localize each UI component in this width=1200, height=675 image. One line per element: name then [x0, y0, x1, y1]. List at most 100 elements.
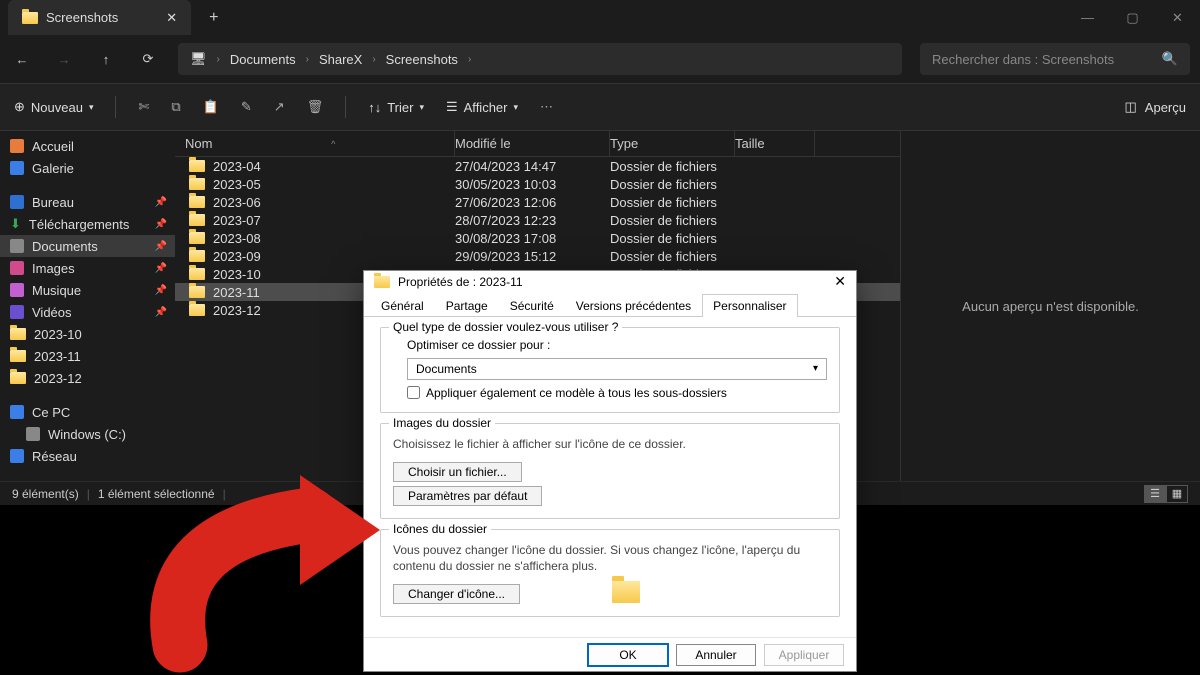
file-name: 2023-08 — [213, 231, 261, 246]
tab-customize[interactable]: Personnaliser — [702, 294, 797, 317]
group-legend: Quel type de dossier voulez-vous utilise… — [389, 320, 622, 334]
sidebar-item-drive[interactable]: Windows (C:) — [0, 423, 175, 445]
chevron-right-icon: › — [468, 54, 471, 65]
folder-icon — [189, 214, 205, 226]
sidebar-item-folder[interactable]: 2023-10 — [0, 323, 175, 345]
new-button[interactable]: ⊕ Nouveau ▾ — [14, 99, 93, 115]
rename-icon[interactable]: ✎ — [241, 99, 252, 115]
sidebar-item-network[interactable]: Réseau — [0, 445, 175, 467]
table-row[interactable]: 2023-0830/08/2023 17:08Dossier de fichie… — [175, 229, 900, 247]
back-icon[interactable]: ← — [10, 52, 34, 67]
properties-dialog: Propriétés de : 2023-11 ✕ Général Partag… — [363, 270, 857, 672]
optimize-select[interactable]: Documents ▾ — [407, 358, 827, 380]
tab-sharing[interactable]: Partage — [435, 294, 499, 317]
dialog-title: Propriétés de : 2023-11 — [398, 275, 523, 289]
maximize-icon[interactable]: ▢ — [1110, 0, 1155, 35]
search-placeholder: Rechercher dans : Screenshots — [932, 52, 1114, 67]
sidebar-item-thispc[interactable]: Ce PC — [0, 401, 175, 423]
folder-icon — [189, 268, 205, 280]
sort-icon: ↑↓ — [368, 100, 381, 115]
new-tab-button[interactable]: + — [201, 9, 226, 27]
column-name[interactable]: Nom^ — [175, 131, 455, 156]
table-row[interactable]: 2023-0728/07/2023 12:23Dossier de fichie… — [175, 211, 900, 229]
paste-icon[interactable]: 📋 — [203, 99, 219, 115]
sidebar-item-folder[interactable]: 2023-11 — [0, 345, 175, 367]
folder-icon — [612, 581, 640, 603]
file-modified: 30/05/2023 10:03 — [455, 177, 610, 192]
forward-icon[interactable]: → — [52, 52, 76, 67]
tab-general[interactable]: Général — [370, 294, 435, 317]
download-icon: ⬇ — [10, 216, 21, 232]
change-icon-button[interactable]: Changer d'icône... — [393, 584, 520, 604]
cut-icon[interactable]: ✄ — [138, 99, 149, 115]
close-tab-icon[interactable]: ✕ — [166, 10, 177, 26]
file-type: Dossier de fichiers — [610, 249, 735, 264]
dialog-title-bar: Propriétés de : 2023-11 ✕ — [364, 271, 856, 293]
tab-previous-versions[interactable]: Versions précédentes — [565, 294, 702, 317]
nav-bar: ← → ↑ ⟳ 🖥 › Documents › ShareX › Screens… — [0, 35, 1200, 83]
folder-icon — [189, 304, 205, 316]
file-type: Dossier de fichiers — [610, 213, 735, 228]
copy-icon[interactable]: ⧉ — [171, 99, 180, 115]
view-button[interactable]: ☰ Afficher ▾ — [446, 99, 518, 115]
column-size[interactable]: Taille — [735, 131, 815, 156]
pin-icon: 📌 — [155, 263, 167, 274]
search-input[interactable]: Rechercher dans : Screenshots 🔍 — [920, 43, 1190, 75]
sidebar-item-folder[interactable]: 2023-12 — [0, 367, 175, 389]
thumbnails-view-icon[interactable]: ▦ — [1166, 485, 1188, 503]
desktop-icon — [10, 195, 24, 209]
apply-subfolders-checkbox[interactable]: Appliquer également ce modèle à tous les… — [407, 386, 827, 400]
table-row[interactable]: 2023-0427/04/2023 14:47Dossier de fichie… — [175, 157, 900, 175]
breadcrumb-segment[interactable]: Screenshots — [386, 52, 458, 67]
sidebar-item-music[interactable]: Musique📌 — [0, 279, 175, 301]
gallery-icon — [10, 161, 24, 175]
file-name: 2023-04 — [213, 159, 261, 174]
sidebar-item-downloads[interactable]: ⬇Téléchargements📌 — [0, 213, 175, 235]
share-icon[interactable]: ↗ — [274, 99, 285, 115]
tab-security[interactable]: Sécurité — [499, 294, 565, 317]
chevron-down-icon: ▾ — [513, 102, 518, 113]
details-view-icon[interactable]: ☰ — [1144, 485, 1166, 503]
delete-icon[interactable]: 🗑 — [307, 99, 324, 115]
sidebar-item-images[interactable]: Images📌 — [0, 257, 175, 279]
images-icon — [10, 261, 24, 275]
minimize-icon[interactable]: — — [1065, 0, 1110, 35]
table-row[interactable]: 2023-0627/06/2023 12:06Dossier de fichie… — [175, 193, 900, 211]
chevron-right-icon: › — [372, 54, 375, 65]
breadcrumb-segment[interactable]: Documents — [230, 52, 296, 67]
dialog-body: Quel type de dossier voulez-vous utilise… — [364, 317, 856, 638]
folder-icon — [189, 178, 205, 190]
sidebar-item-desktop[interactable]: Bureau📌 — [0, 191, 175, 213]
column-type[interactable]: Type — [610, 131, 735, 156]
sort-button[interactable]: ↑↓ Trier ▾ — [368, 100, 424, 115]
apply-button[interactable]: Appliquer — [764, 644, 844, 666]
cancel-button[interactable]: Annuler — [676, 644, 756, 666]
choose-file-button[interactable]: Choisir un fichier... — [393, 462, 522, 482]
ok-button[interactable]: OK — [588, 644, 668, 666]
refresh-icon[interactable]: ⟳ — [136, 51, 160, 67]
file-name: 2023-10 — [213, 267, 261, 282]
sidebar-item-gallery[interactable]: Galerie — [0, 157, 175, 179]
column-modified[interactable]: Modifié le — [455, 131, 610, 156]
up-icon[interactable]: ↑ — [94, 52, 118, 67]
pin-icon: 📌 — [155, 219, 167, 230]
table-row[interactable]: 2023-0530/05/2023 10:03Dossier de fichie… — [175, 175, 900, 193]
window-tab[interactable]: Screenshots ✕ — [8, 0, 191, 35]
chevron-down-icon: ▾ — [89, 102, 94, 113]
more-icon[interactable]: ⋯ — [540, 99, 553, 115]
preview-pane-button[interactable]: Aperçu — [1145, 100, 1186, 115]
breadcrumb-segment[interactable]: ShareX — [319, 52, 362, 67]
folder-icon — [189, 160, 205, 172]
group-folder-icons: Icônes du dossier Vous pouvez changer l'… — [380, 529, 840, 617]
sidebar-item-documents[interactable]: Documents📌 — [0, 235, 175, 257]
table-row[interactable]: 2023-0929/09/2023 15:12Dossier de fichie… — [175, 247, 900, 265]
sidebar-item-home[interactable]: Accueil — [0, 135, 175, 157]
sidebar-item-videos[interactable]: Vidéos📌 — [0, 301, 175, 323]
close-dialog-icon[interactable]: ✕ — [834, 273, 846, 290]
restore-default-button[interactable]: Paramètres par défaut — [393, 486, 542, 506]
breadcrumb[interactable]: 🖥 › Documents › ShareX › Screenshots › — [178, 43, 902, 75]
folder-icon — [189, 250, 205, 262]
file-modified: 30/08/2023 17:08 — [455, 231, 610, 246]
folder-icon — [189, 196, 205, 208]
close-window-icon[interactable]: ✕ — [1155, 0, 1200, 35]
